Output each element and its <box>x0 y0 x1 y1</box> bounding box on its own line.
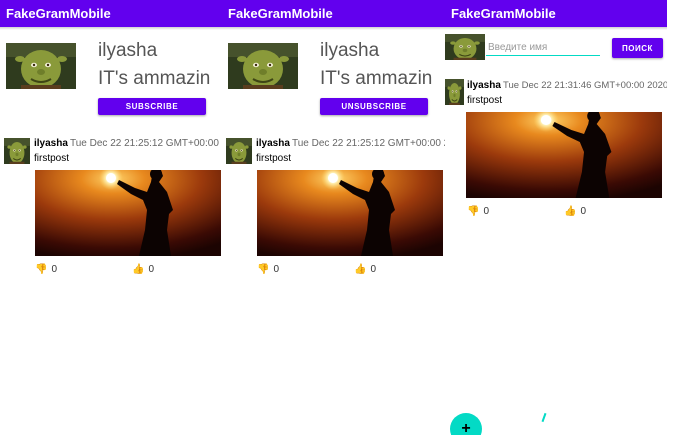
thumbs-down-icon: 👎 <box>257 263 270 275</box>
shrek-avatar-image <box>445 34 485 60</box>
profile-username: ilyasha <box>320 40 380 61</box>
screen-profile-subscribe: FakeGramMobile ilyasha IT's ammazin SUBS… <box>0 0 222 435</box>
sunset-silhouette-image <box>466 112 662 198</box>
dislike-button[interactable]: 👎 0 <box>35 264 57 275</box>
profile-avatar <box>6 43 76 89</box>
search-avatar <box>445 34 485 60</box>
shrek-avatar-image <box>445 79 464 105</box>
search-button[interactable]: ПОИСК <box>612 38 663 58</box>
post-image <box>466 112 662 198</box>
profile-avatar <box>228 43 298 89</box>
like-button[interactable]: 👍 0 <box>564 206 586 217</box>
sunset-silhouette-image <box>35 170 221 256</box>
post-avatar <box>226 138 252 164</box>
shrek-avatar-image <box>228 43 298 89</box>
unsubscribe-button[interactable]: UNSUBSCRIBE <box>320 98 428 115</box>
app-bar-shadow <box>0 27 222 30</box>
post-image <box>257 170 443 256</box>
thumbs-up-icon: 👍 <box>132 263 145 275</box>
thumbs-up-icon: 👍 <box>354 263 367 275</box>
thumbs-down-icon: 👎 <box>35 263 48 275</box>
thumbs-up-icon: 👍 <box>564 205 577 217</box>
thumbs-down-icon: 👎 <box>467 205 480 217</box>
post-text: firstpost <box>34 153 70 164</box>
profile-username: ilyasha <box>98 40 158 61</box>
app-bar-shadow <box>445 27 667 30</box>
shrek-avatar-image <box>6 43 76 89</box>
app-bar-title: FakeGramMobile <box>222 0 445 27</box>
app-bar-shadow <box>222 27 445 30</box>
post-avatar <box>445 79 464 105</box>
like-button[interactable]: 👍 0 <box>132 264 154 275</box>
post-date: Tue Dec 22 21:25:12 GMT+00:00 20… <box>292 138 445 149</box>
dislike-button[interactable]: 👎 0 <box>467 206 489 217</box>
post-avatar <box>4 138 30 164</box>
post-date: Tue Dec 22 21:31:46 GMT+00:00 2020 <box>503 80 667 91</box>
profile-bio: IT's ammazin <box>98 68 211 89</box>
post-author: ilyasha <box>34 138 68 149</box>
screen-profile-unsubscribe: FakeGramMobile ilyasha IT's ammazin UNSU… <box>222 0 445 435</box>
dislike-count: 0 <box>51 264 58 275</box>
app-bar-title: FakeGramMobile <box>0 0 222 27</box>
like-button[interactable]: 👍 0 <box>354 264 376 275</box>
dislike-button[interactable]: 👎 0 <box>257 264 279 275</box>
search-input[interactable] <box>486 40 600 56</box>
like-count: 0 <box>580 206 587 217</box>
like-count: 0 <box>148 264 155 275</box>
shrek-avatar-image <box>4 138 30 164</box>
dislike-count: 0 <box>273 264 280 275</box>
post-date: Tue Dec 22 21:25:12 GMT+00:00 20… <box>70 138 222 149</box>
post-author: ilyasha <box>467 80 501 91</box>
app-bar-title: FakeGramMobile <box>445 0 667 27</box>
subscribe-button[interactable]: SUBSCRIBE <box>98 98 206 115</box>
sunset-silhouette-image <box>257 170 443 256</box>
add-post-fab[interactable]: + <box>450 413 482 435</box>
post-author: ilyasha <box>256 138 290 149</box>
post-text: firstpost <box>467 95 503 106</box>
post-image <box>35 170 221 256</box>
like-count: 0 <box>370 264 377 275</box>
decorative-tick <box>541 412 547 423</box>
shrek-avatar-image <box>226 138 252 164</box>
screen-search: FakeGramMobile ПОИСК ilyasha Tue Dec 22 … <box>445 0 667 435</box>
profile-bio: IT's ammazin <box>320 68 433 89</box>
post-text: firstpost <box>256 153 292 164</box>
dislike-count: 0 <box>483 206 490 217</box>
